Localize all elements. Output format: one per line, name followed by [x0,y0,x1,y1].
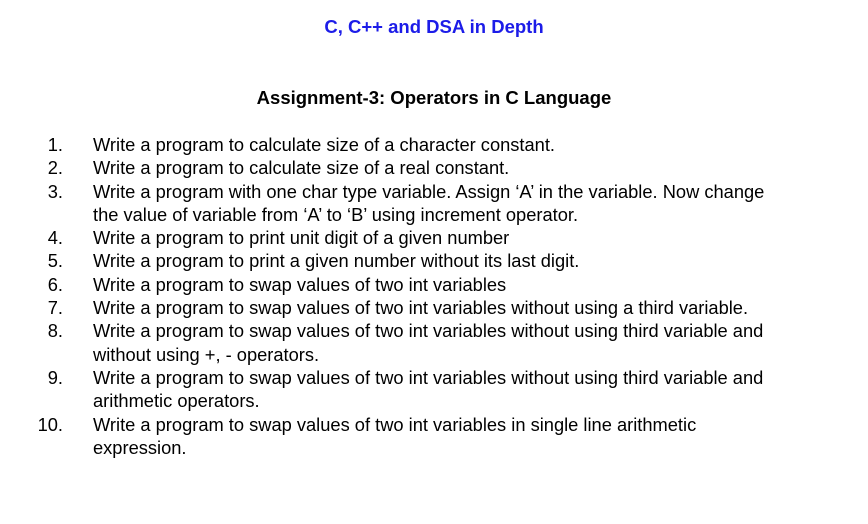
list-item: 5. Write a program to print a given numbe… [0,249,868,272]
list-item-text: Write a program to print unit digit of a… [93,227,510,249]
list-item-text: Write a program to print a given number … [93,250,580,272]
list-item: 4. Write a program to print unit digit of… [0,226,868,249]
list-item-number: 5. [47,250,63,272]
list-item: 8. Write a program to swap values of two … [0,319,868,366]
list-item-text: Write a program to swap values of two in… [93,366,764,388]
list-item-number: 1. [47,134,63,155]
list-item-text: the value of variable from ‘A’ to ‘B’ us… [93,203,579,225]
course-title: C, C++ and DSA in Depth [324,16,544,37]
task-list: 1. Write a program to calculate size of a… [0,133,868,459]
list-item-text: Write a program to swap values of two in… [93,320,764,342]
list-item-text: Write a program to swap values of two in… [93,413,697,435]
list-item-number: 4. [47,227,63,249]
list-item-number: 8. [47,320,63,342]
list-item: 2. Write a program to calculate size of a… [0,156,868,179]
list-item-number: 6. [47,273,63,295]
list-item-number: 9. [47,366,63,388]
assignment-title: Assignment-3: Operators in C Language [256,87,612,108]
list-item-number: 3. [47,180,63,202]
list-item-number: 2. [47,157,63,179]
list-item-text: Write a program with one char type varia… [93,180,765,202]
list-item-text: Write a program to swap values of two in… [93,273,507,295]
list-item-text: without using +, - operators. [93,343,320,365]
list-item-number: 10. [37,413,63,435]
list-item-text: Write a program to calculate size of a c… [93,134,555,155]
list-item-text: Write a program to swap values of two in… [93,297,749,319]
list-item: 1. Write a program to calculate size of a… [0,133,868,156]
list-item: 6. Write a program to swap values of two … [0,273,868,296]
list-item-text: arithmetic operators. [93,390,260,412]
list-item-text: Write a program to calculate size of a r… [93,157,510,179]
list-item: 10. Write a program to swap values of two… [0,413,868,460]
list-item-number: 7. [47,297,63,319]
list-item-text: expression. [93,436,187,458]
list-item: 3. Write a program with one char type var… [0,180,868,227]
list-item: 9. Write a program to swap values of two … [0,366,868,413]
list-item: 7. Write a program to swap values of two … [0,296,868,319]
